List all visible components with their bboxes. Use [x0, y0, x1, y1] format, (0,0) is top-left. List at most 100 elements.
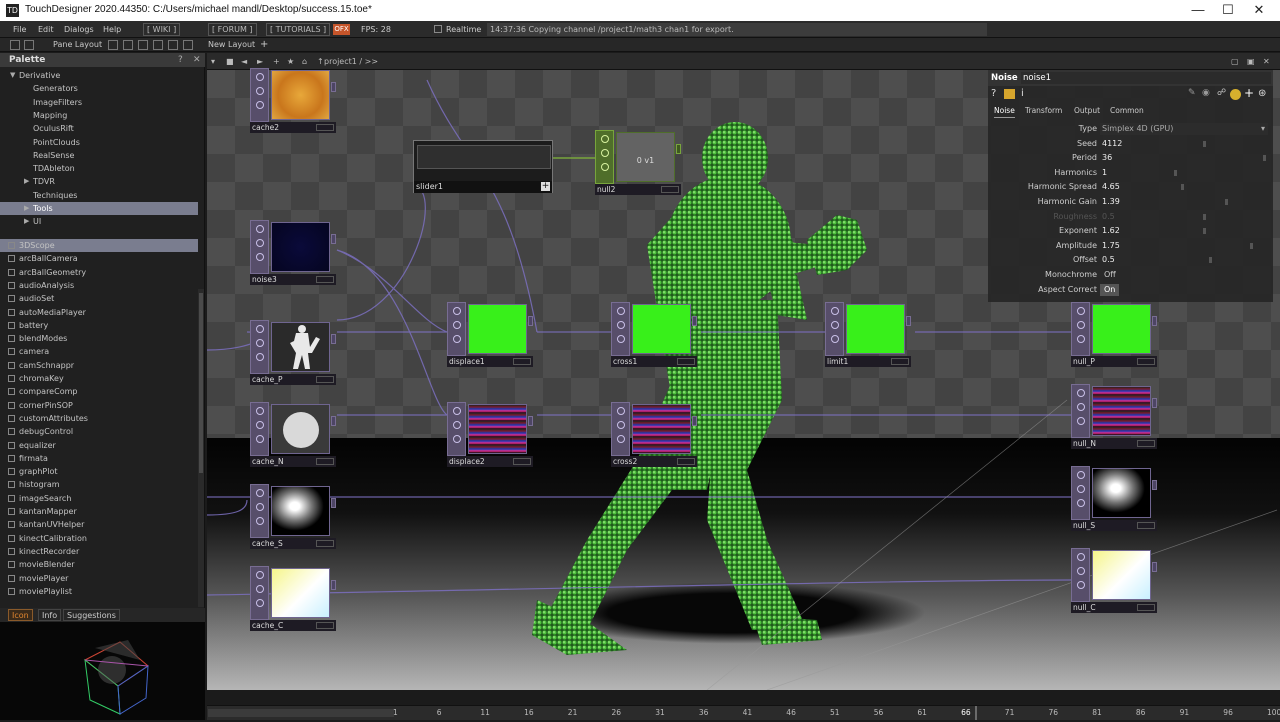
null_N-node[interactable]: null_N [1071, 384, 1157, 450]
palette-folder-generators[interactable]: Generators [0, 82, 198, 95]
node-output-connector[interactable] [692, 316, 697, 326]
param-field[interactable]: 36 [1100, 152, 1268, 164]
layout-3-icon[interactable] [138, 40, 148, 50]
param-tab-output[interactable]: Output [1074, 105, 1100, 117]
dropdown-arrow-icon[interactable]: ▾ [1261, 123, 1265, 135]
node-viewer-toggle-icon[interactable] [1137, 440, 1155, 447]
pane-link-icon[interactable] [24, 40, 34, 50]
node-flag-icon[interactable] [617, 335, 625, 343]
node-flag-icon[interactable] [601, 135, 609, 143]
node-flag-icon[interactable] [831, 307, 839, 315]
node-flags-strip[interactable] [250, 566, 269, 620]
palette-folder-techniques[interactable]: Techniques [0, 189, 198, 202]
palette-folder-pointclouds[interactable]: PointClouds [0, 136, 198, 149]
param-field[interactable]: 0.5 [1100, 254, 1268, 266]
node-flag-icon[interactable] [256, 225, 264, 233]
palette-item-autoMediaPlayer[interactable]: autoMediaPlayer [0, 306, 198, 319]
limit1-node[interactable]: limit1 [825, 302, 911, 368]
network-path[interactable]: project1 / >> [324, 56, 378, 67]
node-flag-icon[interactable] [617, 407, 625, 415]
node-output-connector[interactable] [528, 416, 533, 426]
param-field[interactable]: 0.5 [1100, 211, 1268, 223]
node-flag-icon[interactable] [453, 307, 461, 315]
node-flag-icon[interactable] [256, 101, 264, 109]
node-output-connector[interactable] [1152, 316, 1157, 326]
param-slider-handle[interactable] [1202, 228, 1206, 235]
node-flag-icon[interactable] [453, 435, 461, 443]
param-field[interactable]: 1.39 [1100, 196, 1268, 208]
param-tab-transform[interactable]: Transform [1025, 105, 1062, 117]
node-flag-icon[interactable] [256, 339, 264, 347]
op-name-field[interactable]: noise1 [1021, 72, 1271, 84]
node-flag-icon[interactable] [617, 435, 625, 443]
node-flag-icon[interactable] [256, 517, 264, 525]
node-viewer-toggle-icon[interactable] [677, 358, 695, 365]
param-slider-handle[interactable] [1181, 184, 1185, 191]
expanded-arrow-icon[interactable]: ▼ [10, 69, 15, 82]
maximize-button[interactable]: ☐ [1213, 0, 1243, 21]
null_S-node[interactable]: null_S [1071, 466, 1157, 532]
palette-item-audioSet[interactable]: audioSet [0, 292, 198, 305]
node-viewer-toggle-icon[interactable] [1137, 358, 1155, 365]
node-flag-icon[interactable] [256, 87, 264, 95]
palette-item-arcBallCamera[interactable]: arcBallCamera [0, 252, 198, 265]
node-flag-icon[interactable] [256, 571, 264, 579]
node-flag-icon[interactable] [831, 321, 839, 329]
palette-item-kinectCalibration[interactable]: kinectCalibration [0, 532, 198, 545]
palette-item-kantanMapper[interactable]: kantanMapper [0, 505, 198, 518]
new-layout-label[interactable]: New Layout [208, 40, 255, 50]
cache_C-node[interactable]: cache_C [250, 566, 336, 632]
palette-item-3DScope[interactable]: 3DScope [0, 239, 198, 252]
node-flag-icon[interactable] [1077, 485, 1085, 493]
node-flag-icon[interactable] [1077, 389, 1085, 397]
python-icon[interactable]: ☍ [1217, 88, 1226, 98]
realtime-checkbox[interactable] [434, 25, 442, 33]
tab-icon[interactable]: Icon [8, 609, 33, 621]
node-flag-icon[interactable] [256, 503, 264, 511]
op-snippets-icon[interactable] [1004, 89, 1015, 99]
node-flag-icon[interactable] [831, 335, 839, 343]
pane-menu-icon[interactable]: ▾ [211, 56, 215, 67]
forward-icon[interactable]: ► [257, 56, 263, 67]
node-flags-strip[interactable] [611, 402, 630, 456]
node-output-connector[interactable] [1152, 480, 1157, 490]
node-viewer-toggle-icon[interactable] [316, 276, 334, 283]
node-flag-icon[interactable] [256, 239, 264, 247]
node-output-connector[interactable] [676, 144, 681, 154]
layout-6-icon[interactable] [183, 40, 193, 50]
edit-pencil-icon[interactable]: ✎ [1188, 88, 1196, 98]
param-toggle[interactable]: Off [1100, 269, 1120, 281]
node-flag-icon[interactable] [1077, 581, 1085, 589]
node-flag-icon[interactable] [256, 599, 264, 607]
param-tab-noise[interactable]: Noise [994, 105, 1015, 118]
node-viewer-toggle-icon[interactable] [316, 540, 334, 547]
up-arrow-icon[interactable]: ↑ [317, 56, 324, 67]
palette-folder-imagefilters[interactable]: ImageFilters [0, 96, 198, 109]
layout-5-icon[interactable] [168, 40, 178, 50]
node-flag-icon[interactable] [453, 335, 461, 343]
node-flag-icon[interactable] [1077, 335, 1085, 343]
palette-item-battery[interactable]: battery [0, 319, 198, 332]
palette-item-firmata[interactable]: firmata [0, 452, 198, 465]
node-flags-strip[interactable] [1071, 548, 1090, 602]
cache2-node[interactable]: cache2 [250, 68, 336, 134]
node-flag-icon[interactable] [1077, 307, 1085, 315]
cache_S-node[interactable]: cache_S [250, 484, 336, 550]
collapsed-arrow-icon[interactable]: ▶ [24, 175, 29, 188]
palette-close-button[interactable]: ✕ [193, 55, 201, 65]
add-param-icon[interactable]: + [1244, 86, 1254, 100]
slider1-track[interactable] [417, 145, 551, 169]
palette-folder-realsense[interactable]: RealSense [0, 149, 198, 162]
node-flag-icon[interactable] [256, 253, 264, 261]
tutorials-link[interactable]: [ TUTORIALS ] [266, 23, 331, 36]
node-flags-strip[interactable] [250, 320, 269, 374]
slider1-expand-icon[interactable]: + [541, 182, 550, 191]
node-output-connector[interactable] [331, 234, 336, 244]
pane-close-icon[interactable]: ✕ [1263, 56, 1270, 67]
palette-item-graphPlot[interactable]: graphPlot [0, 465, 198, 478]
comment-icon[interactable]: ◉ [1202, 88, 1210, 98]
palette-folder-tools[interactable]: ▶ Tools [0, 202, 198, 215]
forum-link[interactable]: [ FORUM ] [208, 23, 257, 36]
param-menu[interactable]: Simplex 4D (GPU) ▾ [1100, 123, 1268, 135]
palette-item-imageSearch[interactable]: imageSearch [0, 492, 198, 505]
